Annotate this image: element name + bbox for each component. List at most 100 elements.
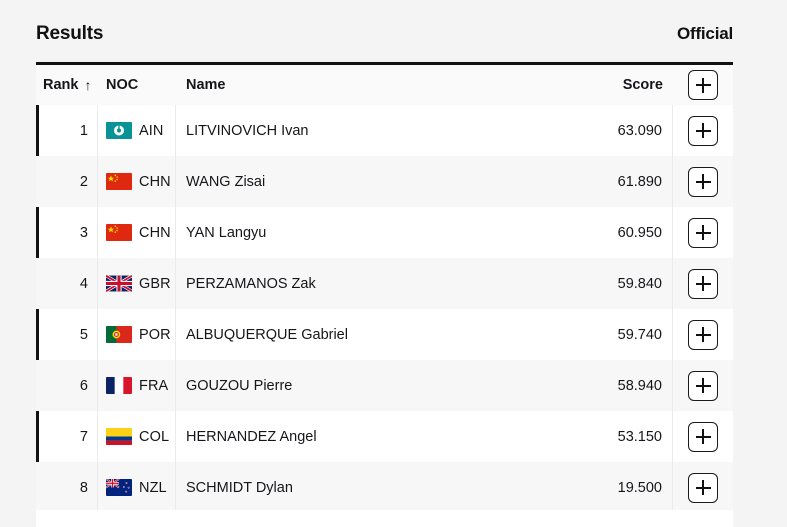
expand-row-button[interactable] bbox=[688, 319, 718, 350]
cell-rank: 5 bbox=[36, 309, 98, 360]
cell-athlete-name[interactable]: WANG Zisai bbox=[176, 156, 561, 207]
table-row[interactable]: 1 AIN LITVINOVICH Ivan 63.090 bbox=[36, 105, 733, 156]
rank-marker bbox=[36, 411, 39, 462]
cell-action bbox=[673, 258, 733, 309]
noc-code: CHN bbox=[139, 224, 171, 241]
expand-row-button[interactable] bbox=[688, 472, 718, 503]
column-header-rank[interactable]: Rank ↑ bbox=[36, 65, 98, 105]
column-header-name[interactable]: Name bbox=[176, 65, 561, 105]
cell-rank: 8 bbox=[36, 462, 98, 513]
cell-score: 60.950 bbox=[561, 207, 673, 258]
table-row[interactable]: 7 COL HERNANDEZ Angel 53.150 bbox=[36, 411, 733, 462]
fra-flag bbox=[106, 377, 132, 394]
column-header-score-label: Score bbox=[622, 77, 663, 93]
noc-code: AIN bbox=[139, 122, 164, 139]
results-header: Results Official bbox=[36, 14, 733, 54]
plus-icon bbox=[695, 429, 711, 444]
table-row[interactable]: 5 POR ALBUQUERQUE Gabriel 59.740 bbox=[36, 309, 733, 360]
plus-icon bbox=[695, 276, 711, 291]
cell-athlete-name[interactable]: ALBUQUERQUE Gabriel bbox=[176, 309, 561, 360]
cell-noc: AIN bbox=[98, 105, 176, 156]
chn-flag bbox=[106, 224, 132, 241]
table-row[interactable]: 3 CHN YAN Langyu 60.950 bbox=[36, 207, 733, 258]
cell-rank: 2 bbox=[36, 156, 98, 207]
rank-marker bbox=[36, 258, 39, 309]
plus-icon bbox=[695, 123, 711, 138]
gbr-flag bbox=[106, 275, 132, 292]
chn-flag bbox=[106, 173, 132, 190]
column-header-noc-label: NOC bbox=[106, 77, 139, 93]
rank-marker bbox=[36, 156, 39, 207]
rank-marker bbox=[36, 207, 39, 258]
cell-rank: 1 bbox=[36, 105, 98, 156]
rank-marker bbox=[36, 309, 39, 360]
cell-noc: COL bbox=[98, 411, 176, 462]
cell-noc: NZL bbox=[98, 462, 176, 513]
rank-marker bbox=[36, 105, 39, 156]
cell-action bbox=[673, 156, 733, 207]
expand-row-button[interactable] bbox=[688, 217, 718, 248]
plus-icon bbox=[695, 225, 711, 240]
cell-rank: 3 bbox=[36, 207, 98, 258]
noc-code: GBR bbox=[139, 275, 171, 292]
por-flag bbox=[106, 326, 132, 343]
cell-athlete-name[interactable]: SCHMIDT Dylan bbox=[176, 462, 561, 513]
table-row[interactable]: 4 GBR PERZAMANOS Zak 59.840 bbox=[36, 258, 733, 309]
noc-code: POR bbox=[139, 326, 171, 343]
cell-action bbox=[673, 462, 733, 513]
expand-row-button[interactable] bbox=[688, 421, 718, 452]
sort-ascending-icon[interactable]: ↑ bbox=[84, 78, 91, 92]
rank-marker bbox=[36, 360, 39, 411]
expand-row-button[interactable] bbox=[688, 370, 718, 401]
rank-marker bbox=[36, 462, 39, 513]
expand-all-button[interactable] bbox=[688, 70, 718, 100]
cell-score: 58.940 bbox=[561, 360, 673, 411]
column-header-action bbox=[673, 65, 733, 105]
cell-athlete-name[interactable]: YAN Langyu bbox=[176, 207, 561, 258]
column-header-score[interactable]: Score bbox=[561, 65, 673, 105]
plus-icon bbox=[695, 378, 711, 393]
cell-noc: CHN bbox=[98, 156, 176, 207]
table-bottom-partial-row bbox=[36, 510, 733, 527]
cell-score: 53.150 bbox=[561, 411, 673, 462]
cell-action bbox=[673, 105, 733, 156]
table-row[interactable]: 8 NZL SCHMIDT Dylan 19.500 bbox=[36, 462, 733, 513]
cell-score: 63.090 bbox=[561, 105, 673, 156]
expand-row-button[interactable] bbox=[688, 268, 718, 299]
results-page: Results Official Rank ↑ NOC Name Score 1… bbox=[0, 0, 787, 527]
plus-icon bbox=[695, 327, 711, 342]
plus-icon bbox=[695, 77, 711, 93]
table-row[interactable]: 6 FRA GOUZOU Pierre 58.940 bbox=[36, 360, 733, 411]
column-header-noc[interactable]: NOC bbox=[98, 65, 176, 105]
cell-score: 59.840 bbox=[561, 258, 673, 309]
cell-action bbox=[673, 411, 733, 462]
nzl-flag bbox=[106, 479, 132, 496]
page-title: Results bbox=[36, 23, 104, 44]
cell-athlete-name[interactable]: LITVINOVICH Ivan bbox=[176, 105, 561, 156]
cell-athlete-name[interactable]: GOUZOU Pierre bbox=[176, 360, 561, 411]
ain-flag bbox=[106, 122, 132, 139]
noc-code: FRA bbox=[139, 377, 169, 394]
expand-row-button[interactable] bbox=[688, 166, 718, 197]
cell-rank: 6 bbox=[36, 360, 98, 411]
col-flag bbox=[106, 428, 132, 445]
cell-score: 19.500 bbox=[561, 462, 673, 513]
column-header-rank-label: Rank bbox=[43, 77, 79, 93]
cell-action bbox=[673, 207, 733, 258]
plus-icon bbox=[695, 480, 711, 495]
cell-athlete-name[interactable]: PERZAMANOS Zak bbox=[176, 258, 561, 309]
cell-noc: POR bbox=[98, 309, 176, 360]
results-table: Rank ↑ NOC Name Score 1 AIN LITVINOVICH Iv… bbox=[36, 62, 733, 527]
column-header-name-label: Name bbox=[186, 77, 226, 93]
table-row[interactable]: 2 CHN WANG Zisai 61.890 bbox=[36, 156, 733, 207]
cell-action bbox=[673, 360, 733, 411]
cell-score: 61.890 bbox=[561, 156, 673, 207]
table-body: 1 AIN LITVINOVICH Ivan 63.090 2 CHN WANG Zisai… bbox=[36, 105, 733, 513]
cell-athlete-name[interactable]: HERNANDEZ Angel bbox=[176, 411, 561, 462]
plus-icon bbox=[695, 174, 711, 189]
noc-code: COL bbox=[139, 428, 170, 445]
cell-noc: FRA bbox=[98, 360, 176, 411]
cell-noc: CHN bbox=[98, 207, 176, 258]
expand-row-button[interactable] bbox=[688, 115, 718, 146]
cell-rank: 7 bbox=[36, 411, 98, 462]
